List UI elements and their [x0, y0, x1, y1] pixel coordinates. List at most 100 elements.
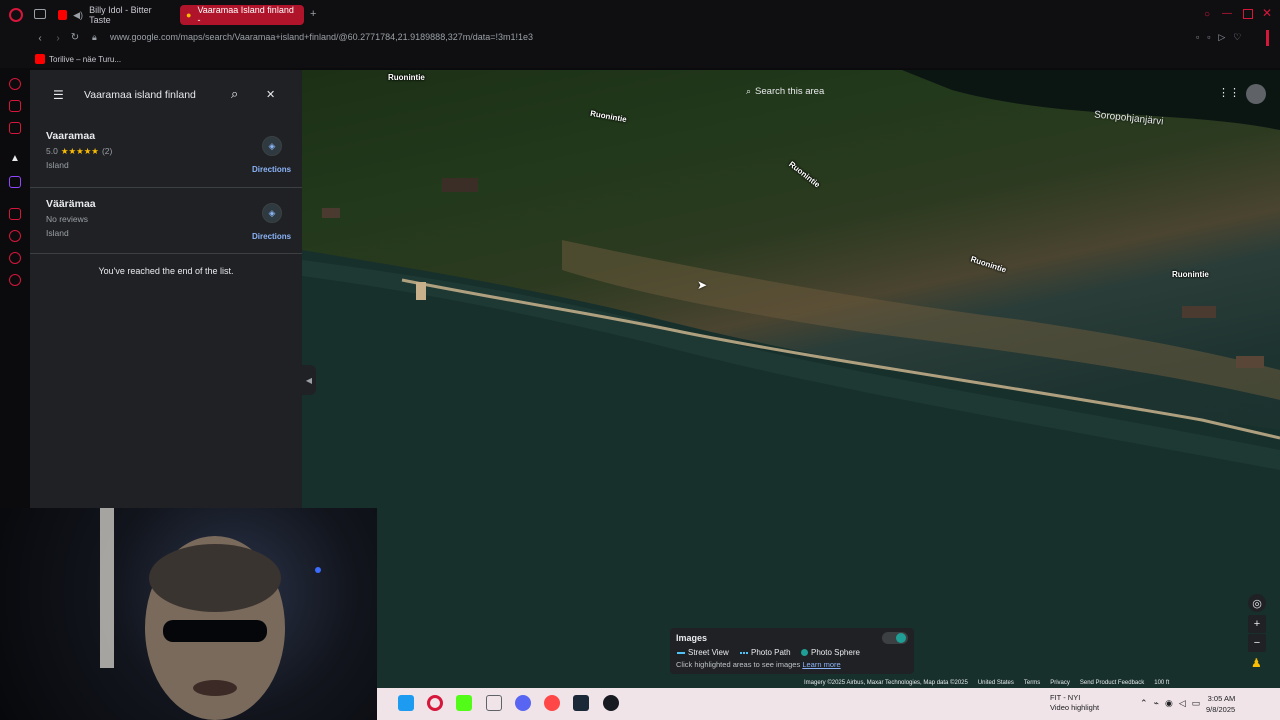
divider — [30, 253, 302, 254]
layers-title: Images — [676, 633, 708, 643]
account-avatar[interactable] — [1246, 84, 1266, 104]
directions-button[interactable]: Directions — [252, 165, 291, 174]
building-roof — [1236, 356, 1264, 368]
search-this-area-label: Search this area — [755, 85, 825, 97]
building-roof — [1182, 306, 1216, 318]
result-title[interactable]: Vaaramaa — [46, 130, 95, 142]
search-tabs-icon[interactable]: ○ — [1204, 9, 1210, 20]
scale-bar[interactable]: 100 ft — [1154, 680, 1169, 686]
bookmark-torilive[interactable]: Torilive – näe Turu... — [35, 54, 121, 64]
review-count: (2) — [101, 146, 113, 156]
building-roof — [442, 178, 478, 192]
youtube-icon — [35, 54, 45, 64]
opera-logo-icon[interactable] — [9, 8, 23, 22]
street-view-line-icon — [677, 651, 685, 654]
pegman-icon[interactable]: ♟ — [1251, 656, 1262, 670]
result-title[interactable]: Väärämaa — [46, 198, 96, 210]
dock — [416, 282, 426, 300]
tab-google-maps[interactable]: ● Vaaramaa Island finland - — [180, 5, 304, 25]
directions-icon[interactable]: ◈ — [262, 136, 282, 156]
aria-icon[interactable] — [9, 78, 21, 90]
mouse-cursor-icon: ➤ — [697, 278, 708, 292]
easy-setup-icon[interactable] — [1266, 30, 1269, 46]
address-bar-actions[interactable]: ▫▫▷♡ — [1196, 32, 1249, 43]
youtube-icon — [58, 10, 68, 20]
instagram-icon[interactable] — [9, 122, 21, 134]
bookmarks-bar — [0, 50, 1280, 68]
directions-icon[interactable]: ◈ — [262, 203, 282, 223]
discord-app-icon[interactable] — [515, 695, 531, 711]
maps-search-input[interactable]: Vaaramaa island finland — [84, 89, 196, 101]
back-button[interactable]: ‹ — [32, 33, 48, 44]
maps-sidebar-icon[interactable]: ▲ — [10, 153, 20, 164]
collapse-panel-button[interactable]: ◀ — [302, 365, 316, 395]
legend-street-view: Street View — [677, 648, 729, 657]
reload-button[interactable]: ↻ — [67, 32, 83, 43]
legend-label: Photo Sphere — [811, 648, 860, 657]
forward-button[interactable]: › — [50, 33, 66, 44]
taskbar-clock[interactable]: 3:05 AM 9/8/2025 — [1206, 693, 1235, 715]
privacy-link[interactable]: Privacy — [1050, 680, 1070, 686]
result-type: Island — [46, 228, 69, 238]
twitch-icon[interactable] — [9, 176, 21, 188]
url-field[interactable]: www.google.com/maps/search/Vaaramaa+isla… — [110, 32, 533, 42]
learn-more-link[interactable]: Learn more — [802, 660, 840, 669]
country-link[interactable]: United States — [978, 680, 1014, 686]
history-icon[interactable] — [9, 230, 21, 242]
imagery-credit: Imagery ©2025 Airbus, Maxar Technologies… — [804, 680, 968, 686]
my-location-icon[interactable]: ◎ — [1248, 594, 1266, 612]
new-tab-button[interactable]: + — [310, 8, 316, 20]
notice-subtitle: Video highlight — [1050, 703, 1100, 712]
legend-label: Street View — [688, 648, 729, 657]
layers-hint: Click highlighted areas to see images Le… — [676, 660, 841, 669]
tab-label: Vaaramaa Island finland - — [197, 5, 294, 25]
clock-date: 9/8/2025 — [1206, 705, 1236, 714]
webcam-overlay — [0, 508, 377, 720]
building-roof — [322, 208, 340, 218]
extensions-icon[interactable] — [9, 252, 21, 264]
google-apps-icon[interactable]: ⋮⋮ — [1218, 86, 1240, 99]
map-attribution: Imagery ©2025 Airbus, Maxar Technologies… — [804, 680, 1169, 686]
maximize-button[interactable] — [1243, 9, 1253, 19]
notice-title: FIT - NYI — [1050, 693, 1081, 702]
zoom-in-button[interactable]: + — [1248, 615, 1266, 633]
ea-app-icon[interactable] — [544, 695, 560, 711]
photo-sphere-dot-icon — [801, 649, 808, 656]
close-icon[interactable]: ✕ — [266, 88, 275, 101]
search-this-area-button[interactable]: ⌕ Search this area — [742, 82, 838, 100]
search-icon[interactable]: ⌕ — [231, 86, 238, 102]
bookmark-label: Torilive – näe Turu... — [49, 54, 122, 64]
speaker-icon: ◀) — [73, 9, 84, 20]
messenger-icon[interactable] — [9, 100, 21, 112]
legend-photo-sphere: Photo Sphere — [801, 648, 860, 657]
satellite-map[interactable]: Ruonintie Ruonintie Ruonintie Ruonintie … — [302, 70, 1280, 688]
search-icon: ⌕ — [746, 85, 752, 96]
notification-area[interactable]: FIT - NYI Video highlight — [1050, 693, 1099, 713]
directions-button[interactable]: Directions — [252, 232, 291, 241]
minimize-button[interactable]: — — [1222, 8, 1232, 19]
result-rating: No reviews — [46, 214, 89, 224]
close-window-button[interactable]: ✕ — [1262, 6, 1272, 20]
tab-label: Billy Idol - Bitter Taste — [89, 5, 152, 25]
hint-text: Click highlighted areas to see images — [676, 660, 801, 669]
system-tray-icons[interactable]: ⌃⌁◉◁▭ — [1140, 698, 1206, 709]
terms-link[interactable]: Terms — [1024, 680, 1040, 686]
maps-pin-icon: ● — [186, 10, 192, 20]
settings-gear-icon[interactable] — [9, 274, 21, 286]
opera-app-icon[interactable] — [427, 695, 443, 711]
player-icon[interactable] — [9, 208, 21, 220]
lock-icon: 🔒︎ — [92, 32, 97, 42]
tab-billy-idol[interactable]: ◀) Billy Idol - Bitter Taste — [52, 5, 174, 25]
twitter-app-icon[interactable] — [398, 695, 414, 711]
kick-app-icon[interactable] — [456, 695, 472, 711]
road-label: Ruonintie — [388, 73, 425, 82]
tab-menu-icon[interactable] — [34, 9, 46, 19]
result-type: Island — [46, 160, 69, 170]
menu-icon[interactable]: ☰ — [53, 88, 64, 102]
zoom-out-button[interactable]: − — [1248, 634, 1266, 652]
snipping-tool-icon[interactable] — [486, 695, 502, 711]
terminal-app-icon[interactable] — [573, 695, 589, 711]
feedback-link[interactable]: Send Product Feedback — [1080, 680, 1144, 686]
steam-app-icon[interactable] — [603, 695, 619, 711]
toggle-knob[interactable] — [896, 633, 906, 643]
